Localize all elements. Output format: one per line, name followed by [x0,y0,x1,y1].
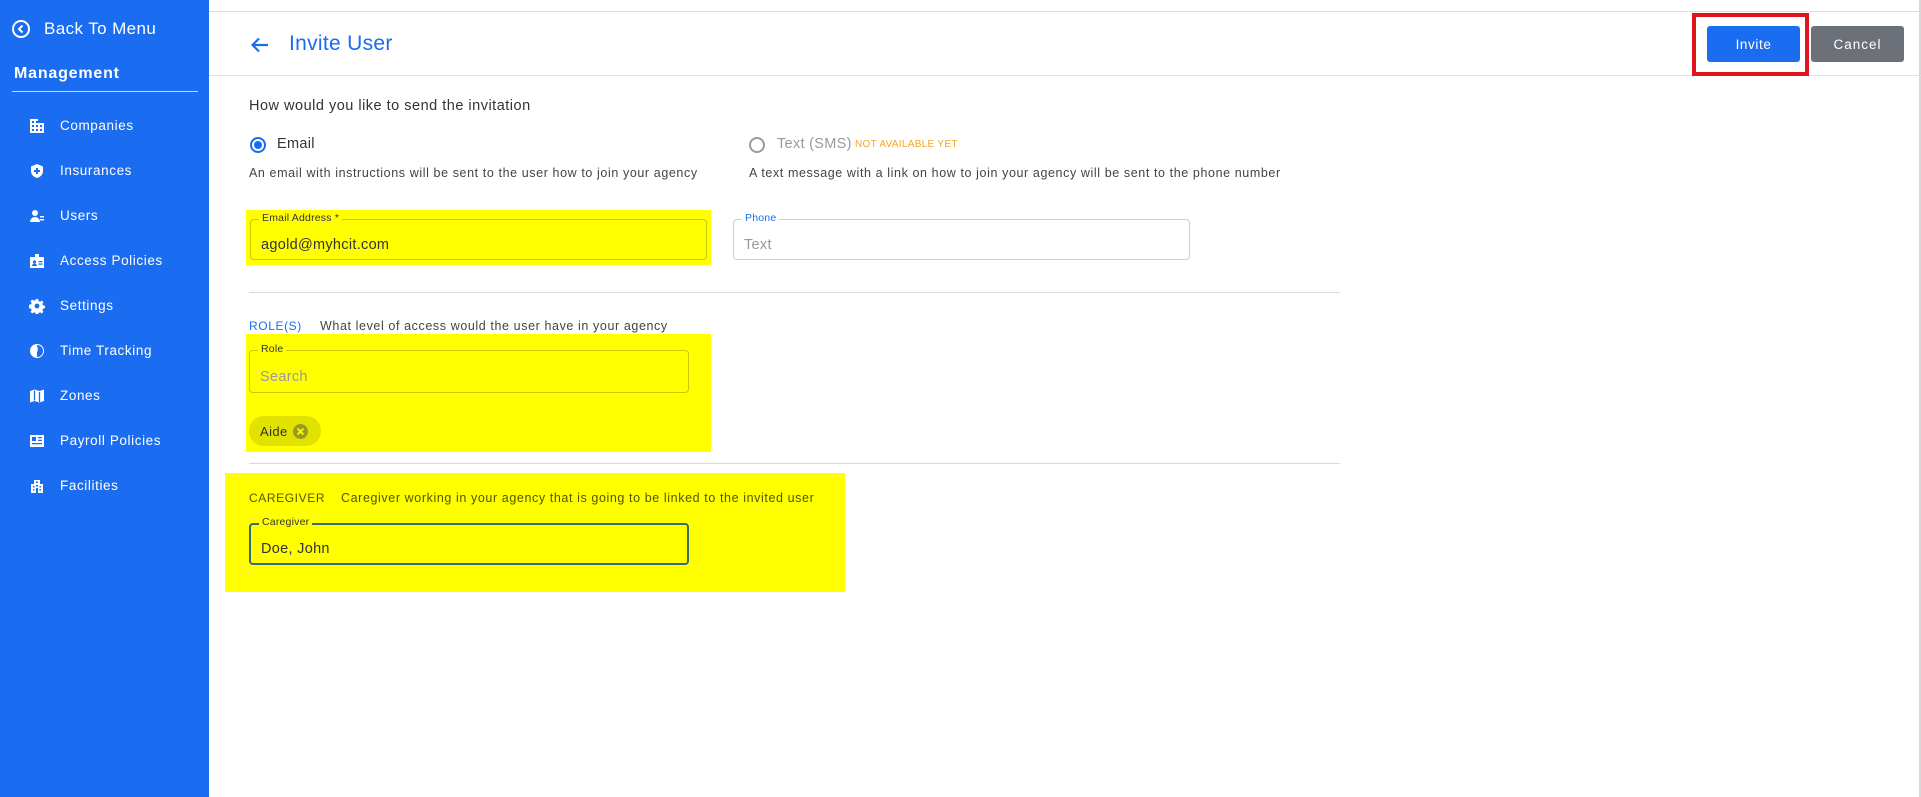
email-option-label[interactable]: Email [277,136,315,152]
invitation-question: How would you like to send the invitatio… [249,98,531,114]
sidebar-item-label: Access Policies [60,253,163,268]
roles-section-title: ROLE(S) [249,319,302,333]
back-to-menu-button[interactable]: Back To Menu [12,18,156,40]
cancel-button[interactable]: Cancel [1811,26,1904,62]
sidebar-item-label: Time Tracking [60,343,153,358]
sms-option-label[interactable]: Text (SMS) [777,136,852,152]
page-title: Invite User [289,32,393,55]
sidebar-nav: Companies Insurances Users Access Polici… [0,103,209,508]
phone-input[interactable] [734,220,1189,259]
shield-icon [28,162,46,180]
sidebar-item-label: Settings [60,298,114,313]
sidebar-item-label: Companies [60,118,134,133]
sms-hint: A text message with a link on how to joi… [749,166,1281,180]
caregiver-section-title: CAREGIVER [249,491,326,505]
sidebar-item-label: Facilities [60,478,119,493]
sidebar-item-access-policies[interactable]: Access Policies [0,238,209,283]
phone-field[interactable]: Phone [733,212,1190,260]
email-hint: An email with instructions will be sent … [249,166,698,180]
clock-icon [28,342,46,360]
email-field[interactable]: Email Address * [250,212,707,260]
management-section-title: Management [14,65,120,82]
caregiver-section-description: Caregiver working in your agency that is… [341,491,815,505]
sidebar-item-label: Zones [60,388,101,403]
users-icon [28,207,46,225]
sidebar-item-label: Insurances [60,163,133,178]
section-divider [249,463,1340,464]
page-header: Invite User [209,12,1921,76]
section-divider [249,292,1340,293]
map-icon [28,387,46,405]
back-arrow-icon[interactable] [249,34,271,56]
sidebar-item-companies[interactable]: Companies [0,103,209,148]
sidebar-item-insurances[interactable]: Insurances [0,148,209,193]
back-circle-icon [12,20,30,38]
role-chip-aide[interactable]: Aide [249,416,321,446]
sidebar-item-label: Payroll Policies [60,433,162,448]
caregiver-field[interactable]: Caregiver [249,516,689,565]
not-available-badge: NOT AVAILABLE YET [855,139,958,150]
badge-icon [28,252,46,270]
remove-chip-icon[interactable] [292,423,308,439]
section-divider [12,91,198,92]
id-card-icon [28,432,46,450]
back-to-menu-label: Back To Menu [44,19,157,38]
sms-radio[interactable] [749,137,765,153]
sidebar-item-users[interactable]: Users [0,193,209,238]
sidebar-item-payroll-policies[interactable]: Payroll Policies [0,418,209,463]
role-field[interactable]: Role [249,343,689,393]
sidebar-item-label: Users [60,208,99,223]
sidebar-item-settings[interactable]: Settings [0,283,209,328]
caregiver-input[interactable] [251,525,687,563]
sidebar: Back To Menu Management Companies Insura… [0,0,209,797]
email-input[interactable] [251,220,706,259]
gear-icon [28,297,46,315]
facility-icon [28,477,46,495]
invite-button[interactable]: Invite [1707,26,1800,62]
sidebar-item-zones[interactable]: Zones [0,373,209,418]
building-icon [28,117,46,135]
sidebar-item-time-tracking[interactable]: Time Tracking [0,328,209,373]
role-chip-label: Aide [260,423,288,439]
roles-section-description: What level of access would the user have… [320,319,668,333]
sidebar-item-facilities[interactable]: Facilities [0,463,209,508]
role-search-input[interactable] [250,351,688,392]
email-radio[interactable] [250,137,266,153]
